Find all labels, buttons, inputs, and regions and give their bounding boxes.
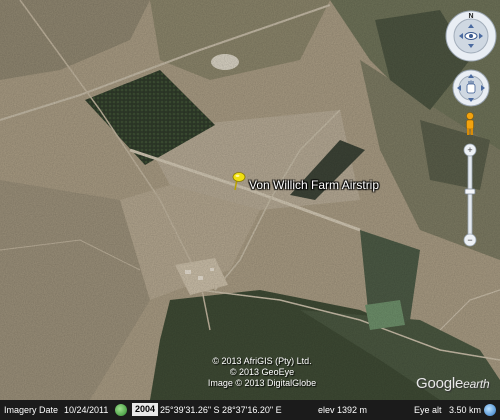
logo-google-text: Google — [416, 375, 464, 392]
copyright-line: Image © 2013 DigitalGlobe — [207, 378, 317, 388]
eye-icon — [464, 32, 478, 40]
copyright-line: © 2013 GeoEye — [229, 367, 295, 377]
logo-earth-text: earth — [463, 377, 490, 391]
placemark-pin-icon[interactable] — [231, 171, 247, 191]
zoom-thumb — [464, 188, 476, 195]
look-around-control[interactable]: N — [445, 10, 497, 62]
copyright-line: © 2013 AfriGIS (Pty) Ltd. — [212, 356, 312, 366]
svg-text:N: N — [468, 13, 473, 20]
historical-imagery-icon[interactable] — [115, 404, 127, 416]
zoom-out-button: − — [463, 233, 477, 247]
zoom-in-button: + — [463, 143, 477, 157]
elevation-readout: elev 1392 m — [318, 405, 368, 415]
imagery-date-label: Imagery Date — [4, 405, 59, 415]
imagery-date-value: 10/24/2011 — [64, 405, 109, 415]
satellite-imagery[interactable] — [0, 0, 500, 400]
pan-control[interactable] — [452, 69, 490, 107]
svg-text:−: − — [467, 235, 472, 245]
google-earth-logo: Googleearth — [416, 375, 490, 392]
eye-alt-value: 3.50 km — [449, 405, 482, 415]
imagery-year-badge[interactable]: 2004 — [132, 403, 159, 416]
earth-viewer[interactable]: Von Willich Farm Airstrip © 2013 AfriGIS… — [0, 0, 500, 420]
coordinates-readout: 25°39'31.26" S 28°37'16.20" E — [160, 405, 282, 415]
streaming-status-icon — [484, 404, 496, 416]
placemark-label[interactable]: Von Willich Farm Airstrip — [249, 178, 379, 192]
eye-alt-label: Eye alt — [414, 405, 442, 415]
copyright-notice: © 2013 AfriGIS (Pty) Ltd. © 2013 GeoEye … — [182, 356, 342, 389]
zoom-slider[interactable]: + − — [463, 143, 477, 247]
status-bar: Imagery Date 10/24/2011 2004 25°39'31.26… — [0, 400, 500, 420]
street-view-pegman-icon[interactable] — [463, 112, 477, 136]
svg-text:+: + — [467, 145, 472, 155]
